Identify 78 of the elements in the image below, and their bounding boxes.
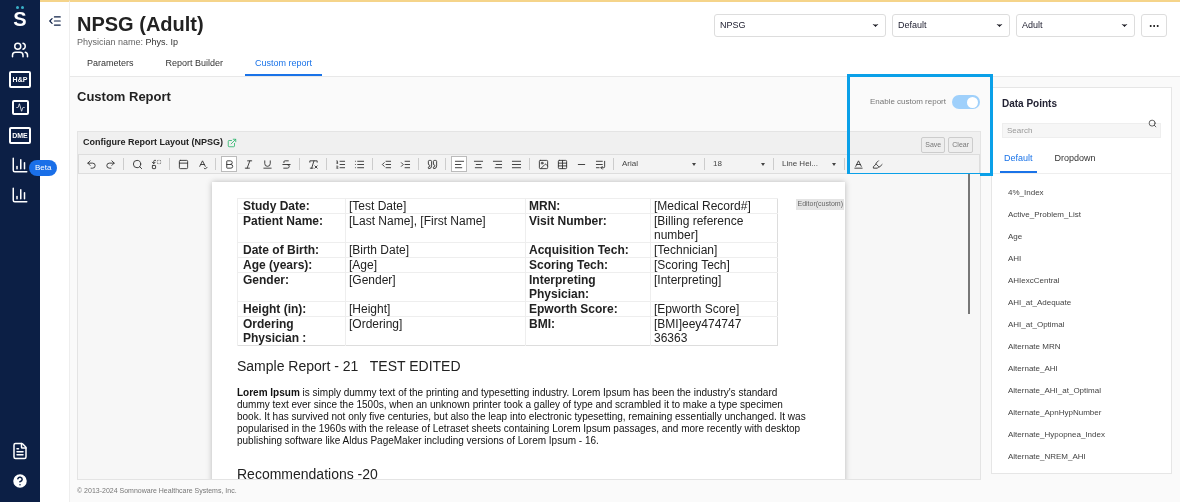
bold-icon[interactable]	[221, 156, 237, 172]
physician-label: Physician name:	[77, 37, 144, 47]
section-title: Custom Report	[77, 88, 171, 106]
panel-title: Data Points	[1001, 97, 1058, 111]
table-cell: [Medical Record#]	[650, 198, 778, 214]
data-point-item[interactable]: Alternate_AHI_at_Optimal	[1008, 383, 1155, 398]
table-cell: Epworth Score:	[525, 301, 651, 317]
data-point-item[interactable]: Alternate MRN	[1008, 339, 1155, 354]
pulse-icon[interactable]	[11, 100, 29, 115]
table-cell: [Last Name], [First Name]	[345, 213, 526, 243]
data-point-item[interactable]: Active_Problem_List	[1008, 207, 1155, 222]
toggle-label: Enable custom report	[869, 96, 946, 108]
align-left-icon[interactable]	[451, 156, 467, 172]
chart-icon[interactable]	[11, 186, 29, 204]
table-cell: Study Date:	[237, 198, 346, 214]
tab[interactable]: Default	[1000, 152, 1037, 173]
table-cell: [Scoring Tech]	[650, 257, 778, 273]
search-field[interactable]: Search	[1002, 123, 1161, 138]
caret-icon	[871, 21, 880, 30]
data-point-item[interactable]: 4%_Index	[1008, 185, 1155, 200]
table-cell: [Birth Date]	[345, 242, 526, 258]
table-cell: Visit Number:	[525, 213, 651, 243]
data-point-item[interactable]: Alternate_AHI	[1008, 361, 1155, 376]
chart-icon[interactable]	[11, 156, 29, 174]
report-heading: Recommendations -20	[237, 465, 379, 479]
data-point-item[interactable]: AHIexcCentral	[1008, 273, 1155, 288]
physician-name: Phys. Ip	[145, 37, 179, 47]
dropdown-select[interactable]: NPSG	[714, 14, 886, 37]
table-cell: [Billing reference number]	[650, 213, 778, 243]
line-height-select[interactable]: Line Hei...	[779, 156, 839, 172]
report-paragraph: Lorem Ipsum is simply dummy text of the printing and typesetting industry. Lorem Ipsum has been the industry's standard dummy text ever since the 1500s, when an unknown printer took a galley of type and scrambled it to make a type specimen book. It has survived not only five centuries, but also the leap into electronic typesetting, remaining essentially unchanged. It was popularised in the 1960s with the release of Letraset sheets containing Lorem Ipsum passages, and more recently with desktop publishing software like Aldus PageMaker including versions of Lorem Ipsum - 16.	[237, 387, 807, 447]
data-point-item[interactable]: AHI_at_Adequate	[1008, 295, 1155, 310]
data-point-item[interactable]: Age	[1008, 229, 1155, 244]
table-cell: [Height]	[345, 301, 526, 317]
caret-icon	[995, 21, 1004, 30]
table-cell: BMI:	[525, 316, 651, 346]
table-cell: [Interpreting]	[650, 272, 778, 302]
data-point-item[interactable]: Alternate_Hypopnea_Index	[1008, 427, 1155, 442]
table-cell: [BMI]eey474747 36363	[650, 316, 778, 346]
table-cell: [Gender]	[345, 272, 526, 302]
menu-icon[interactable]	[47, 14, 62, 28]
table-cell: MRN:	[525, 198, 651, 214]
table-cell: Gender:	[237, 272, 346, 302]
page-title: NPSG (Adult)	[77, 12, 205, 36]
help-icon[interactable]	[11, 472, 29, 490]
table-cell: Acquisition Tech:	[525, 242, 651, 258]
table-cell: Ordering Physician :	[237, 316, 346, 346]
table-cell: Age (years):	[237, 257, 346, 273]
table-cell: [Epworth Score]	[650, 301, 778, 317]
app-logo[interactable]: S	[13, 9, 27, 29]
table-cell: [Test Date]	[345, 198, 526, 214]
table-cell: Interpreting Physician:	[525, 272, 651, 302]
data-point-item[interactable]: AHI	[1008, 251, 1155, 266]
table-cell: Scoring Tech:	[525, 257, 651, 273]
search-icon[interactable]	[1148, 119, 1157, 128]
tab[interactable]: Dropdown	[1050, 152, 1100, 173]
table-cell: Date of Birth:	[237, 242, 346, 258]
tab[interactable]: Parameters	[77, 52, 144, 76]
enable-toggle[interactable]	[952, 95, 980, 109]
table-cell: Height (in):	[237, 301, 346, 317]
data-point-item[interactable]: Alternate_NREM_AHI	[1008, 449, 1155, 464]
tab[interactable]: Report Builder	[155, 52, 234, 76]
beta-badge: Beta	[29, 160, 58, 176]
editor-title: Configure Report Layout (NPSG)	[83, 136, 223, 150]
report-heading: Sample Report - 21 TEST EDITED	[237, 357, 462, 376]
table-cell: [Ordering]	[345, 316, 526, 346]
users-icon[interactable]	[11, 41, 29, 59]
font-select[interactable]: Arial	[619, 156, 699, 172]
data-point-item[interactable]: AHI_at_Optimal	[1008, 317, 1155, 332]
data-point-item[interactable]: Alternate_ApnHypNumber	[1008, 405, 1155, 420]
dropdown-select[interactable]: Adult	[1016, 14, 1135, 37]
caret-icon	[1120, 21, 1129, 30]
table-cell: Patient Name:	[237, 213, 346, 243]
table-cell: [Age]	[345, 257, 526, 273]
document-icon[interactable]	[11, 442, 29, 460]
size-select[interactable]: 18	[710, 156, 768, 172]
dropdown-select[interactable]: Default	[892, 14, 1010, 37]
table-cell: [Technician]	[650, 242, 778, 258]
